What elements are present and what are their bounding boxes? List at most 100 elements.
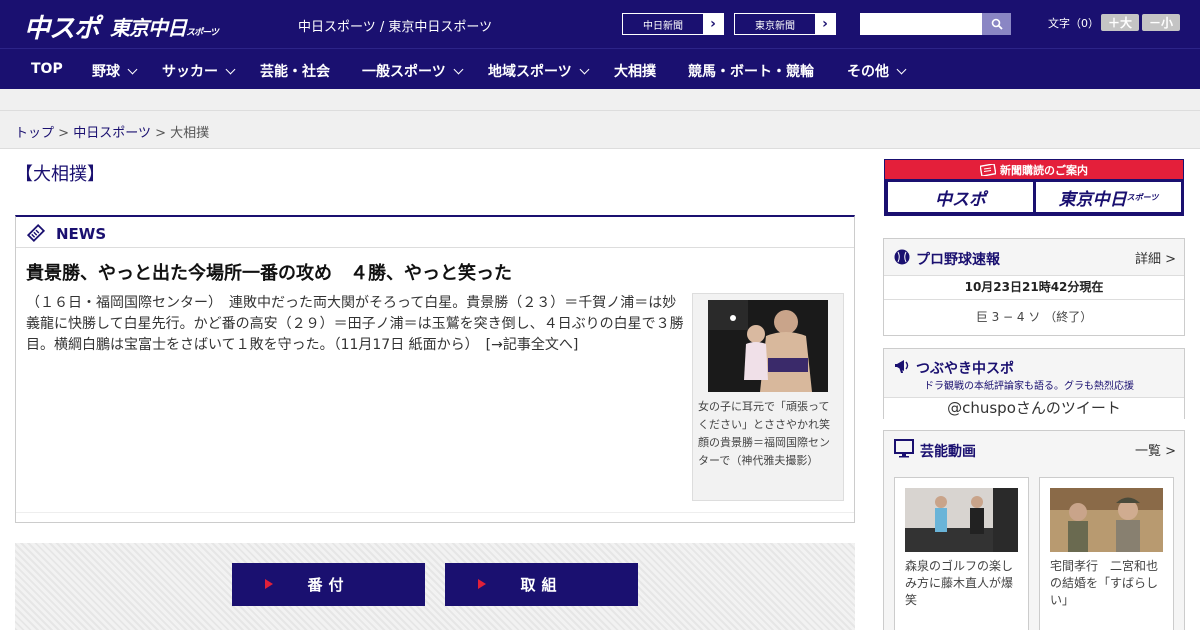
play-arrow-icon	[265, 579, 273, 589]
subscribe-banner-header: 新聞購読のご案内	[885, 160, 1183, 179]
nav-item-entertainment[interactable]: 芸能・社会	[260, 61, 330, 81]
video-list-link[interactable]: 一覧 >	[1135, 440, 1176, 459]
breadcrumb-bar: トップ > 中日スポーツ > 大相撲	[0, 111, 1200, 149]
play-arrow-icon	[478, 579, 486, 589]
news-footer	[16, 512, 854, 522]
nav-item-general-sports[interactable]: 一般スポーツ	[362, 61, 464, 81]
nav-label: 競馬・ボート・競輪	[688, 64, 814, 80]
chunichi-shimbun-link[interactable]: 中日新聞 ›	[622, 13, 724, 35]
breadcrumb-home[interactable]: トップ	[15, 126, 54, 141]
subscribe-tokyo-chunichi-sub: スポーツ	[1126, 192, 1159, 202]
twitter-box: つぶやき中スポ ドラ観戦の本紙評論家も語る。グラも熱烈応援 @chuspoさんの…	[883, 348, 1185, 419]
chevron-down-icon	[225, 64, 236, 75]
baseball-updated: 10月23日21時42分現在	[884, 275, 1184, 299]
tokyo-chunichi-logo[interactable]: 東京中日スポーツ	[110, 12, 219, 41]
news-photo[interactable]: 女の子に耳元で「頑張ってください」とささやかれ笑顔の貴景勝＝福岡国際センターで（…	[692, 293, 844, 501]
nav-item-other[interactable]: その他	[847, 61, 907, 81]
chunichi-shimbun-label: 中日新聞	[643, 20, 683, 32]
nav-label: 大相撲	[614, 64, 656, 80]
subscribe-tokyo-chunichi-logo[interactable]: 東京中日 スポーツ	[1036, 182, 1181, 212]
nav-label: 一般スポーツ	[362, 64, 446, 80]
tokyo-chunichi-logo-text: 東京中日	[110, 16, 187, 40]
subscribe-banner[interactable]: 新聞購読のご案内 中スポ 東京中日 スポーツ	[884, 159, 1184, 216]
video-card[interactable]: 森泉のゴルフの楽しみ方に藤木直人が爆笑	[894, 477, 1029, 630]
news-photo-image	[708, 300, 828, 392]
tokyo-chunichi-logo-sub: スポーツ	[186, 28, 219, 38]
news-body[interactable]: （１６日・福岡国際センター） 連敗中だった両大関がそろって白星。貴景勝（２３）＝…	[26, 293, 684, 356]
nav-item-baseball[interactable]: 野球	[92, 61, 138, 81]
megaphone-icon	[895, 360, 909, 373]
nav-label: 芸能・社会	[260, 64, 330, 80]
chevron-right-icon: ›	[703, 14, 723, 34]
search-button[interactable]	[982, 13, 1011, 35]
breadcrumb-sep: >	[155, 126, 166, 141]
news-tag-icon	[26, 223, 46, 243]
twitter-title: つぶやき中スポ	[916, 361, 1014, 377]
breadcrumb: トップ > 中日スポーツ > 大相撲	[15, 122, 209, 141]
nav-item-soccer[interactable]: サッカー	[162, 61, 236, 81]
nav-item-sumo[interactable]: 大相撲	[614, 61, 656, 81]
baseball-detail-link[interactable]: 詳細 >	[1135, 248, 1176, 267]
nav-label: その他	[847, 64, 889, 80]
video-title: 芸能動画	[920, 444, 976, 460]
subscribe-chuspo-logo[interactable]: 中スポ	[888, 182, 1033, 212]
video-caption: 森泉のゴルフの楽しみ方に藤木直人が爆笑	[905, 559, 1014, 607]
main-nav: TOP 野球 サッカー 芸能・社会 一般スポーツ 地域スポーツ 大相撲 競馬・ボ…	[0, 48, 1200, 89]
breadcrumb-sep: >	[58, 126, 70, 141]
banzuke-button[interactable]: 番付	[232, 563, 425, 606]
twitter-header: つぶやき中スポ ドラ観戦の本紙評論家も語る。グラも熱烈応援	[884, 349, 1184, 397]
subscribe-tokyo-chunichi-text: 東京中日	[1058, 189, 1127, 210]
site-names: 中日スポーツ / 東京中日スポーツ	[298, 20, 493, 35]
nav-label: サッカー	[162, 64, 218, 80]
font-size-label: 文字（0）	[1048, 17, 1099, 30]
chuspo-logo[interactable]: 中スポ	[24, 8, 100, 45]
video-thumbnail	[905, 488, 1018, 552]
news-photo-caption: 女の子に耳元で「頑張ってください」とささやかれ笑顔の貴景勝＝福岡国際センターで（…	[698, 400, 830, 467]
chevron-down-icon	[453, 64, 464, 75]
video-thumbnail	[1050, 488, 1163, 552]
video-caption: 宅間孝行 二宮和也の結婚を「すばらしい」	[1050, 559, 1159, 607]
tokyo-shimbun-label: 東京新聞	[755, 20, 795, 32]
baseball-title: プロ野球速報	[916, 252, 1000, 268]
nav-item-top[interactable]: TOP	[31, 61, 63, 77]
sub-nav-band	[0, 89, 1200, 111]
torikumi-label: 取組	[520, 576, 563, 594]
sumo-button-band: 番付 取組	[15, 543, 855, 630]
news-headline[interactable]: 貴景勝、やっと出た今場所一番の攻め ４勝、やっと笑った	[26, 259, 512, 285]
banzuke-label: 番付	[307, 576, 350, 594]
chevron-down-icon	[579, 64, 590, 75]
nav-label: TOP	[31, 61, 63, 77]
nav-item-racing[interactable]: 競馬・ボート・競輪	[688, 61, 814, 81]
breadcrumb-current: 大相撲	[170, 126, 210, 141]
search-input[interactable]	[860, 13, 982, 35]
newspaper-icon	[980, 163, 996, 176]
top-header-bar: 中スポ 東京中日スポーツ 中日スポーツ / 東京中日スポーツ 中日新聞 › 東京…	[0, 0, 1200, 48]
baseball-scores-header: プロ野球速報 詳細 >	[884, 239, 1184, 275]
baseball-score[interactable]: 巨 3 − 4 ソ （終了）	[884, 299, 1184, 335]
font-size-increase-button[interactable]: ＋大	[1101, 14, 1139, 31]
torikumi-button[interactable]: 取組	[445, 563, 638, 606]
tokyo-shimbun-link[interactable]: 東京新聞 ›	[734, 13, 836, 35]
chevron-right-icon: ›	[815, 14, 835, 34]
video-card[interactable]: 宅間孝行 二宮和也の結婚を「すばらしい」	[1039, 477, 1174, 630]
baseball-icon	[894, 249, 910, 265]
search-icon	[991, 18, 1003, 30]
news-label: NEWS	[56, 225, 107, 243]
video-box: 芸能動画 一覧 > 森泉のゴルフの楽しみ方に藤木直人が爆笑 宅間孝行 二宮和也の…	[883, 430, 1185, 630]
breadcrumb-parent[interactable]: 中日スポーツ	[73, 126, 151, 141]
nav-label: 地域スポーツ	[488, 64, 572, 80]
nav-item-local-sports[interactable]: 地域スポーツ	[488, 61, 590, 81]
chevron-down-icon	[127, 64, 138, 75]
nav-label: 野球	[92, 64, 120, 80]
font-size-decrease-button[interactable]: －小	[1142, 14, 1180, 31]
video-header: 芸能動画 一覧 >	[884, 431, 1184, 467]
news-header: NEWS	[16, 217, 854, 248]
chevron-down-icon	[896, 64, 907, 75]
monitor-icon	[894, 439, 914, 458]
subscribe-label: 新聞購読のご案内	[1000, 163, 1088, 177]
page-title: 【大相撲】	[15, 164, 105, 185]
twitter-subtitle: ドラ観戦の本紙評論家も語る。グラも熱烈応援	[924, 381, 1134, 392]
baseball-scores-box: プロ野球速報 詳細 > 10月23日21時42分現在 巨 3 − 4 ソ （終了…	[883, 238, 1185, 336]
news-section: NEWS 貴景勝、やっと出た今場所一番の攻め ４勝、やっと笑った （１６日・福岡…	[15, 215, 855, 523]
twitter-link[interactable]: @chuspoさんのツイート	[884, 397, 1184, 419]
